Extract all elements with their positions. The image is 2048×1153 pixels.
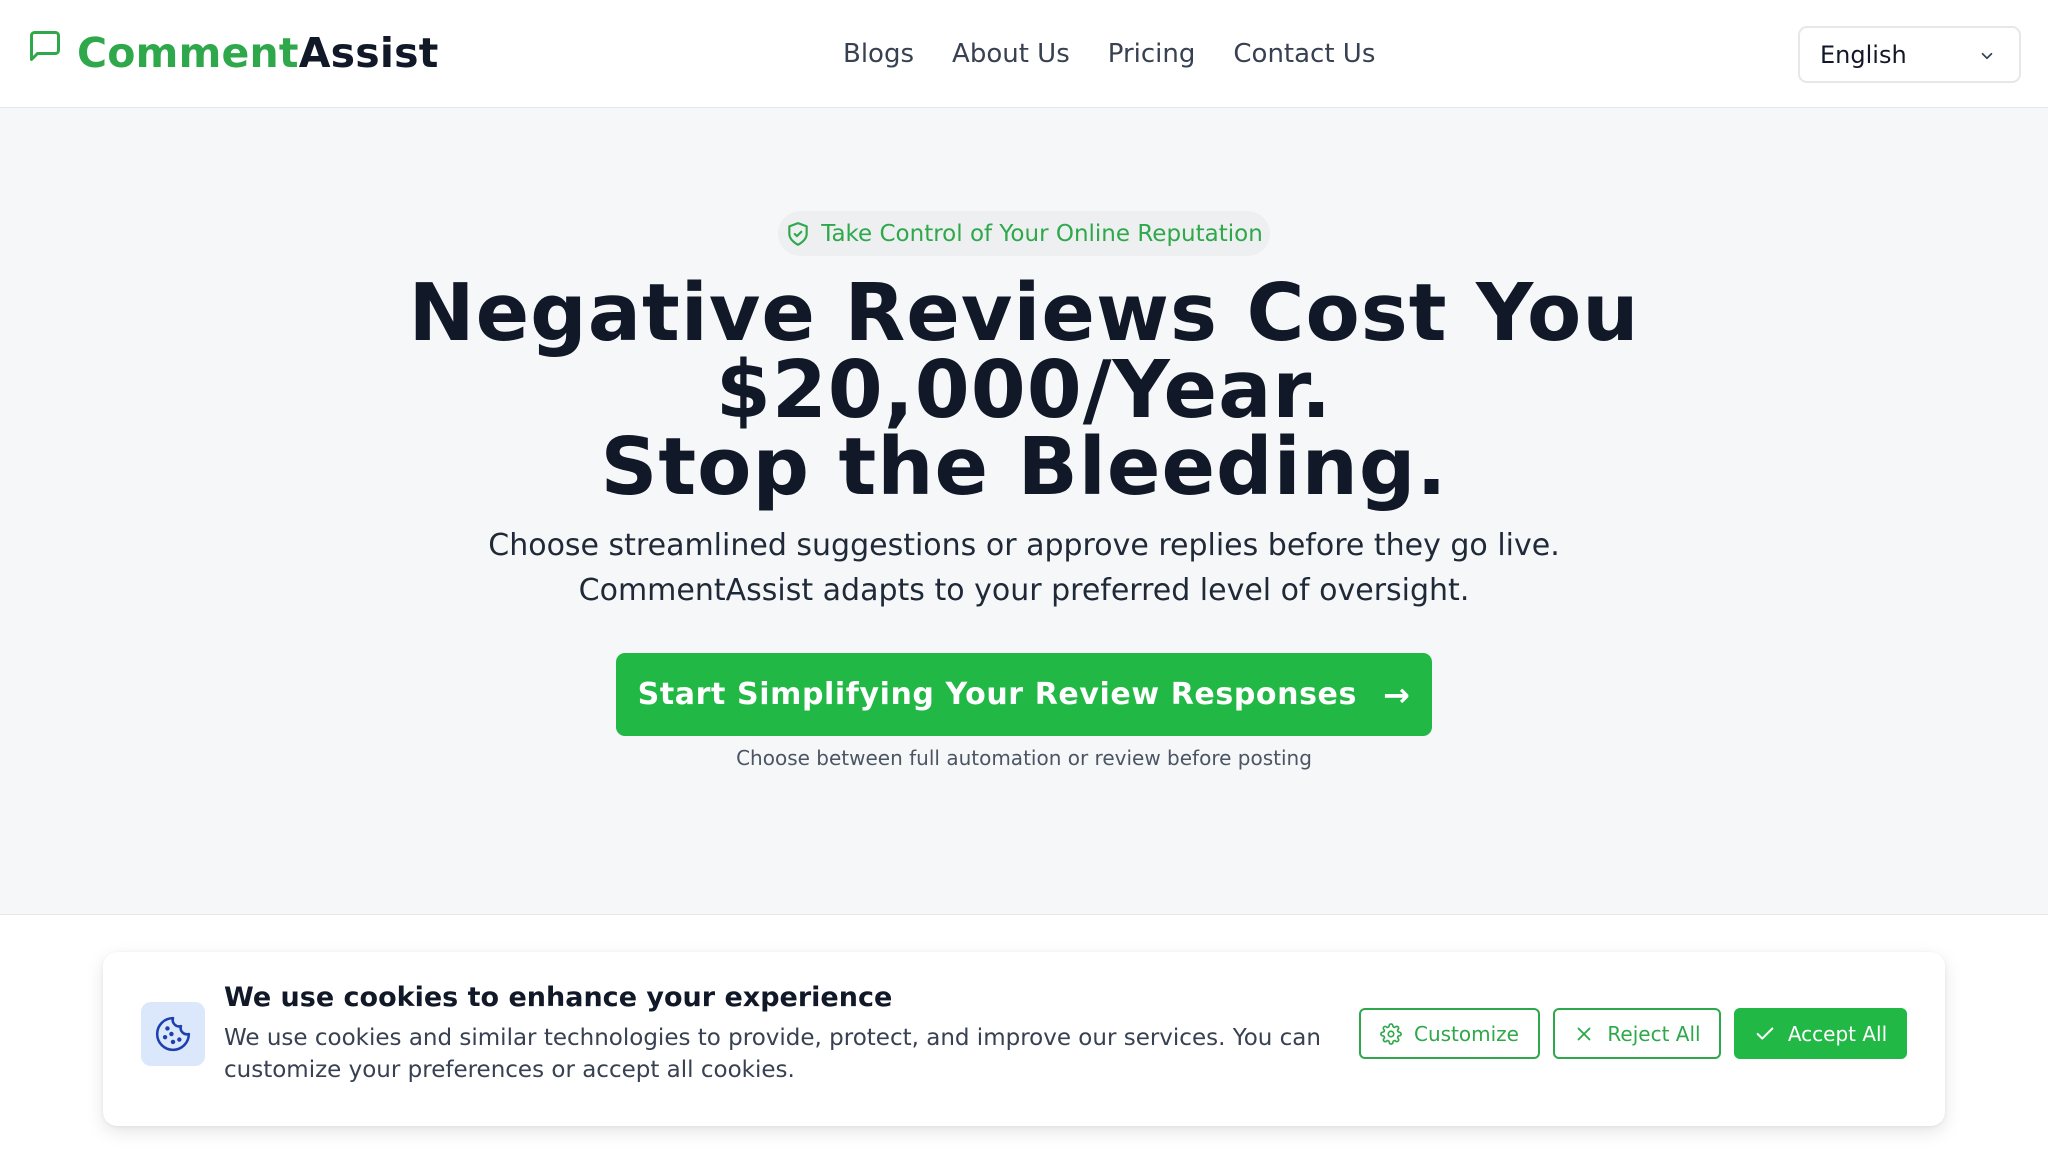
check-icon — [1756, 1026, 1774, 1040]
cookie-banner-title: We use cookies to enhance your experienc… — [224, 982, 893, 1013]
cookie-customize-button[interactable]: Customize — [1359, 1008, 1540, 1059]
nav-link-blogs[interactable]: Blogs — [843, 32, 914, 76]
brand-name-second: Assist — [298, 29, 439, 77]
x-icon — [1578, 1027, 1591, 1040]
brand-name-first: Comment — [77, 29, 299, 77]
cta-start-button[interactable]: Start Simplifying Your Review Responses … — [616, 653, 1432, 736]
cookie-banner-text: We use cookies and similar technologies … — [224, 1025, 1321, 1083]
language-select[interactable]: English — [1798, 26, 2021, 83]
gear-icon — [1380, 1022, 1402, 1045]
cta-label: Start Simplifying Your Review Responses — [637, 677, 1357, 712]
nav-link-about-us[interactable]: About Us — [952, 32, 1070, 76]
hero-headline: Negative Reviews Cost You $20,000/Year. … — [0, 267, 2048, 513]
cta-note: Choose between full automation or review… — [736, 746, 1312, 770]
message-square-icon — [30, 31, 60, 61]
logo-link[interactable]: CommentAssist — [27, 26, 439, 80]
hero-subtext-line-2: CommentAssist adapts to your preferred l… — [578, 573, 1470, 608]
nav-link-contact-us[interactable]: Contact Us — [1233, 32, 1375, 76]
hero-subtext-line-1: Choose streamlined suggestions or approv… — [488, 528, 1560, 563]
hero-badge-label: Take Control of Your Online Reputation — [821, 220, 1263, 247]
cookie-reject-all-button[interactable]: Reject All — [1553, 1008, 1721, 1059]
language-select-value: English — [1820, 40, 1907, 69]
chevron-down-icon — [1981, 52, 1993, 60]
cookie-reject-label: Reject All — [1607, 1021, 1701, 1046]
cookie-banner: We use cookies to enhance your experienc… — [103, 952, 1945, 1126]
cookie-accept-all-button[interactable]: Accept All — [1734, 1008, 1907, 1059]
hero-headline-line-3: Stop the Bleeding. — [600, 421, 1448, 513]
shield-check-icon — [788, 221, 808, 246]
cookie-accept-label: Accept All — [1787, 1021, 1888, 1046]
hero-subtext: Choose streamlined suggestions or approv… — [0, 523, 2048, 613]
hero-badge: Take Control of Your Online Reputation — [778, 211, 1270, 256]
cookie-icon-container — [141, 1002, 205, 1066]
site-header: CommentAssist Blogs About Us Pricing Con… — [0, 0, 2048, 108]
arrow-right-icon: → — [1382, 675, 1411, 714]
hero-headline-line-1: Negative Reviews Cost You — [408, 267, 1640, 359]
brand-name: CommentAssist — [77, 26, 439, 80]
nav-link-pricing[interactable]: Pricing — [1108, 32, 1196, 76]
main-nav: Blogs About Us Pricing Contact Us — [843, 32, 1375, 76]
cookie-banner-actions: Customize Reject All Accept All — [1359, 1008, 1907, 1059]
cookie-customize-label: Customize — [1414, 1021, 1519, 1046]
hero-headline-line-2: $20,000/Year. — [715, 344, 1333, 436]
cookie-icon — [155, 1016, 191, 1052]
